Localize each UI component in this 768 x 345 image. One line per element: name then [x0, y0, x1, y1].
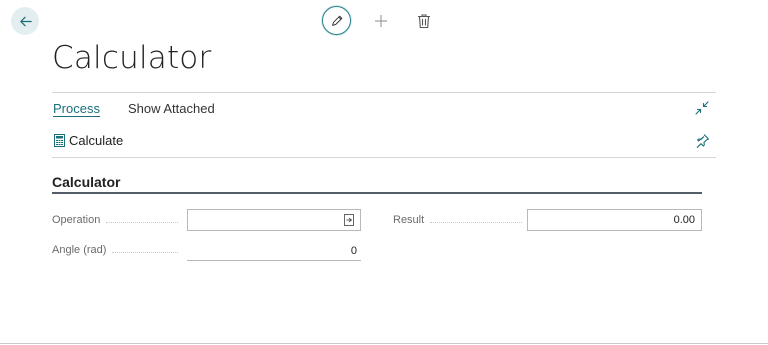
section-title: Calculator	[52, 174, 121, 190]
divider	[52, 92, 716, 93]
operation-label-text: Operation	[52, 214, 101, 226]
action-bar: Process Show Attached	[53, 101, 215, 116]
lookup-icon[interactable]	[344, 214, 354, 226]
operation-label: Operation	[52, 214, 179, 226]
page-title: Calculator	[52, 40, 212, 76]
trash-icon[interactable]	[417, 13, 431, 29]
tab-show-attached[interactable]: Show Attached	[128, 101, 215, 116]
result-value: 0.00	[673, 214, 695, 226]
label-leader	[112, 251, 179, 253]
arrow-left-icon	[19, 16, 32, 26]
plus-icon[interactable]	[373, 13, 389, 29]
back-button[interactable]	[11, 7, 39, 35]
label-leader	[430, 221, 523, 223]
record-toolbar	[322, 6, 431, 35]
angle-value: 0	[350, 244, 357, 257]
edit-button[interactable]	[322, 6, 351, 35]
pencil-icon	[331, 15, 342, 26]
pin-icon[interactable]	[695, 133, 710, 148]
section-underline	[52, 192, 702, 194]
angle-field[interactable]: 0	[187, 241, 361, 261]
calculate-button[interactable]: Calculate	[54, 133, 123, 148]
angle-label: Angle (rad)	[52, 244, 179, 256]
label-leader	[106, 221, 179, 223]
footer-divider	[0, 343, 768, 344]
result-label: Result	[393, 214, 523, 226]
calculator-icon	[54, 134, 65, 147]
divider	[52, 157, 716, 158]
tab-process[interactable]: Process	[53, 101, 100, 116]
result-label-text: Result	[393, 214, 425, 226]
operation-field[interactable]	[187, 209, 361, 231]
angle-label-text: Angle (rad)	[52, 244, 107, 256]
collapse-arrows-icon[interactable]	[695, 101, 709, 115]
calculate-label: Calculate	[69, 133, 124, 148]
result-field[interactable]: 0.00	[527, 209, 702, 231]
